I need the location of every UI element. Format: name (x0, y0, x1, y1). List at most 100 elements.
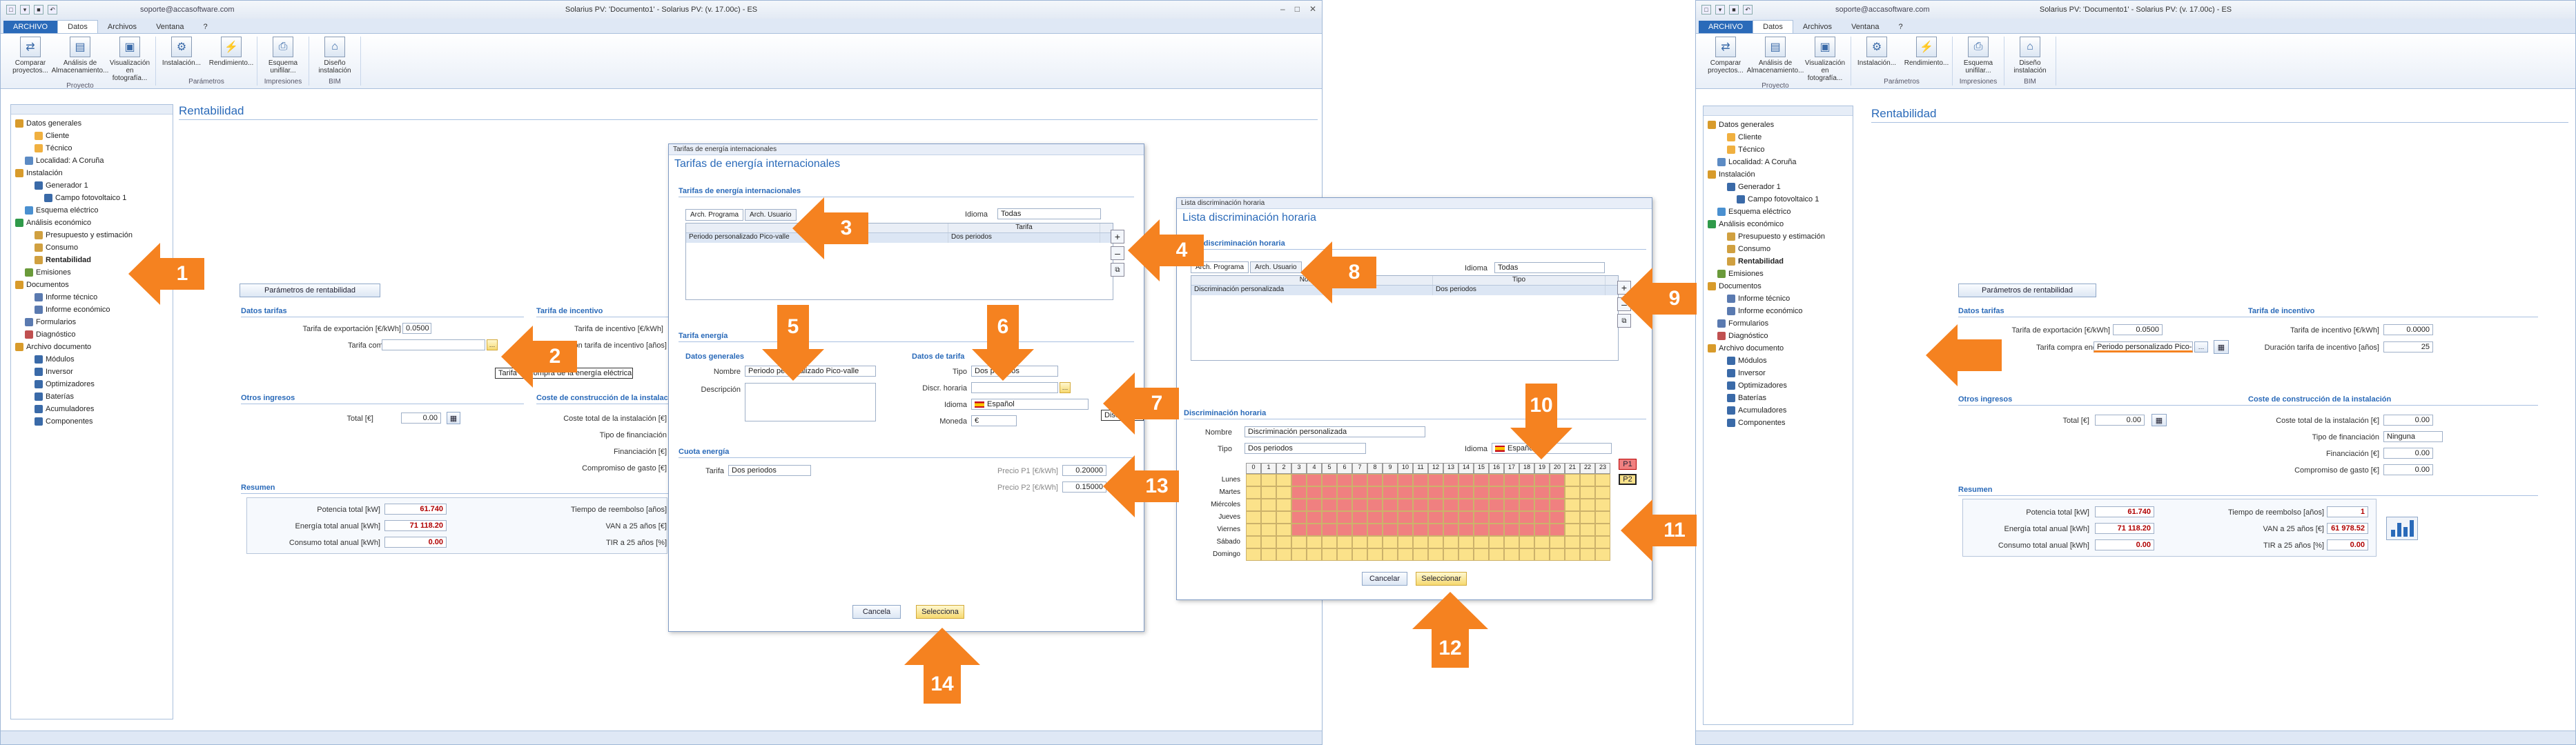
hour-cell[interactable] (1398, 499, 1413, 511)
hour-cell[interactable] (1276, 511, 1291, 524)
tree-item[interactable]: Instalación (1708, 168, 1848, 181)
hour-cell[interactable] (1276, 474, 1291, 486)
undo-icon[interactable]: ↶ (1743, 5, 1753, 14)
profitability-params-button[interactable]: Parámetros de rentabilidad (1958, 284, 2096, 297)
tree-item[interactable]: Formularios (15, 316, 168, 328)
hour-cell[interactable] (1458, 499, 1474, 511)
hour-cell[interactable] (1367, 474, 1383, 486)
hour-cell[interactable] (1291, 474, 1307, 486)
profitability-params-button[interactable]: Parámetros de rentabilidad (240, 284, 380, 297)
tree-item[interactable]: Análisis económico (15, 217, 168, 229)
close-icon[interactable]: ✕ (1309, 4, 1316, 14)
hour-cell[interactable] (1352, 499, 1367, 511)
hour-cell[interactable] (1307, 474, 1322, 486)
name-input[interactable]: Discriminación personalizada (1245, 426, 1425, 437)
hour-cell[interactable] (1307, 548, 1322, 561)
hour-cell[interactable] (1595, 524, 1610, 536)
tree-item[interactable]: Análisis económico (1708, 218, 1848, 230)
hour-cell[interactable] (1443, 548, 1458, 561)
hour-cell[interactable] (1443, 524, 1458, 536)
table-row[interactable]: Discriminación personalizada Dos periodo… (1191, 286, 1618, 295)
tree-item[interactable]: Esquema eléctrico (1708, 206, 1848, 218)
hour-cell[interactable] (1398, 474, 1413, 486)
remove-icon[interactable]: – (1111, 246, 1124, 260)
price-p2-input[interactable]: 0.15000 (1062, 481, 1106, 493)
hour-cell[interactable] (1413, 524, 1428, 536)
price-p1-input[interactable]: 0.20000 (1062, 465, 1106, 476)
hour-cell[interactable] (1428, 499, 1443, 511)
currency-select[interactable]: € (971, 415, 1017, 426)
hour-cell[interactable] (1246, 474, 1261, 486)
hour-cell[interactable] (1367, 548, 1383, 561)
tree-item[interactable]: Componentes (1708, 417, 1848, 429)
hour-cell[interactable] (1534, 486, 1550, 499)
single-line-button[interactable]: ⎙ Esquema unifilar... (262, 37, 304, 78)
tree-item[interactable]: Datos generales (1708, 119, 1848, 131)
tab-help[interactable]: ? (1889, 21, 1912, 33)
hour-cell[interactable] (1580, 511, 1595, 524)
language2-select[interactable]: Español (971, 399, 1089, 410)
hour-cell[interactable] (1246, 511, 1261, 524)
tree-item[interactable]: Localidad: A Coruña (1708, 156, 1848, 168)
hour-cell[interactable] (1489, 536, 1504, 548)
hour-cell[interactable] (1383, 524, 1398, 536)
hour-cell[interactable] (1276, 536, 1291, 548)
hour-cell[interactable] (1322, 548, 1337, 561)
hour-cell[interactable] (1550, 486, 1565, 499)
photo-view-button[interactable]: ▣ Visualización en fotografía... (1804, 37, 1846, 82)
hour-cell[interactable] (1322, 499, 1337, 511)
tab-archivo[interactable]: ARCHIVO (1699, 21, 1753, 33)
tree-item[interactable]: Acumuladores (15, 403, 168, 415)
hour-cell[interactable] (1580, 536, 1595, 548)
hour-cell[interactable] (1352, 511, 1367, 524)
tree-item[interactable]: Baterías (15, 390, 168, 403)
new-icon[interactable]: □ (1701, 5, 1711, 14)
save-icon[interactable]: ■ (1729, 5, 1739, 14)
hour-cell[interactable] (1489, 486, 1504, 499)
hour-cell[interactable] (1458, 474, 1474, 486)
export-tariff-input[interactable]: 0.0500 (402, 323, 431, 334)
hour-cell[interactable] (1428, 511, 1443, 524)
hour-cell[interactable] (1428, 474, 1443, 486)
hour-cell[interactable] (1534, 536, 1550, 548)
hour-cell[interactable] (1276, 499, 1291, 511)
tree-item[interactable]: Localidad: A Coruña (15, 155, 168, 167)
new-icon[interactable]: □ (6, 5, 16, 14)
tree-item[interactable]: Campo fotovoltaico 1 (1708, 193, 1848, 206)
purchase-tariff-input[interactable]: Periodo personalizado Pico-... (2094, 341, 2193, 352)
hour-cell[interactable] (1443, 511, 1458, 524)
hour-cell[interactable] (1550, 524, 1565, 536)
export-tariff-input[interactable]: 0.0500 (2113, 324, 2163, 335)
hour-cell[interactable] (1534, 499, 1550, 511)
tree-item[interactable]: Módulos (15, 353, 168, 366)
hour-cell[interactable] (1489, 511, 1504, 524)
hourly-discr-input[interactable] (971, 382, 1058, 393)
tree-item[interactable]: Optimizadores (1708, 379, 1848, 392)
hour-cell[interactable] (1413, 511, 1428, 524)
hour-cell[interactable] (1291, 486, 1307, 499)
hour-cell[interactable] (1489, 548, 1504, 561)
hour-cell[interactable] (1595, 548, 1610, 561)
hour-cell[interactable] (1443, 474, 1458, 486)
hour-cell[interactable] (1504, 499, 1519, 511)
hour-cell[interactable] (1367, 536, 1383, 548)
tree-item[interactable]: Componentes (15, 415, 168, 428)
hour-cell[interactable] (1550, 474, 1565, 486)
hour-cell[interactable] (1474, 499, 1489, 511)
hour-cell[interactable] (1550, 499, 1565, 511)
tree-item[interactable]: Cliente (1708, 131, 1848, 143)
maximize-icon[interactable]: □ (1295, 4, 1300, 14)
tree-item[interactable]: Técnico (15, 142, 168, 155)
installation-button[interactable]: ⚙ Instalación... (1855, 37, 1898, 78)
hour-cell[interactable] (1428, 548, 1443, 561)
hour-cell[interactable] (1291, 511, 1307, 524)
hour-cell[interactable] (1307, 499, 1322, 511)
hour-cell[interactable] (1428, 524, 1443, 536)
financing-input[interactable]: 0.00 (2383, 448, 2433, 459)
tree-item[interactable]: Generador 1 (15, 179, 168, 192)
hour-cell[interactable] (1595, 511, 1610, 524)
purchase-tariff-browse-button[interactable]: … (2194, 341, 2208, 352)
hourly-period-grid[interactable] (1246, 474, 1610, 561)
tab-user-archive[interactable]: Arch. Usuario (745, 209, 797, 221)
hour-cell[interactable] (1246, 524, 1261, 536)
